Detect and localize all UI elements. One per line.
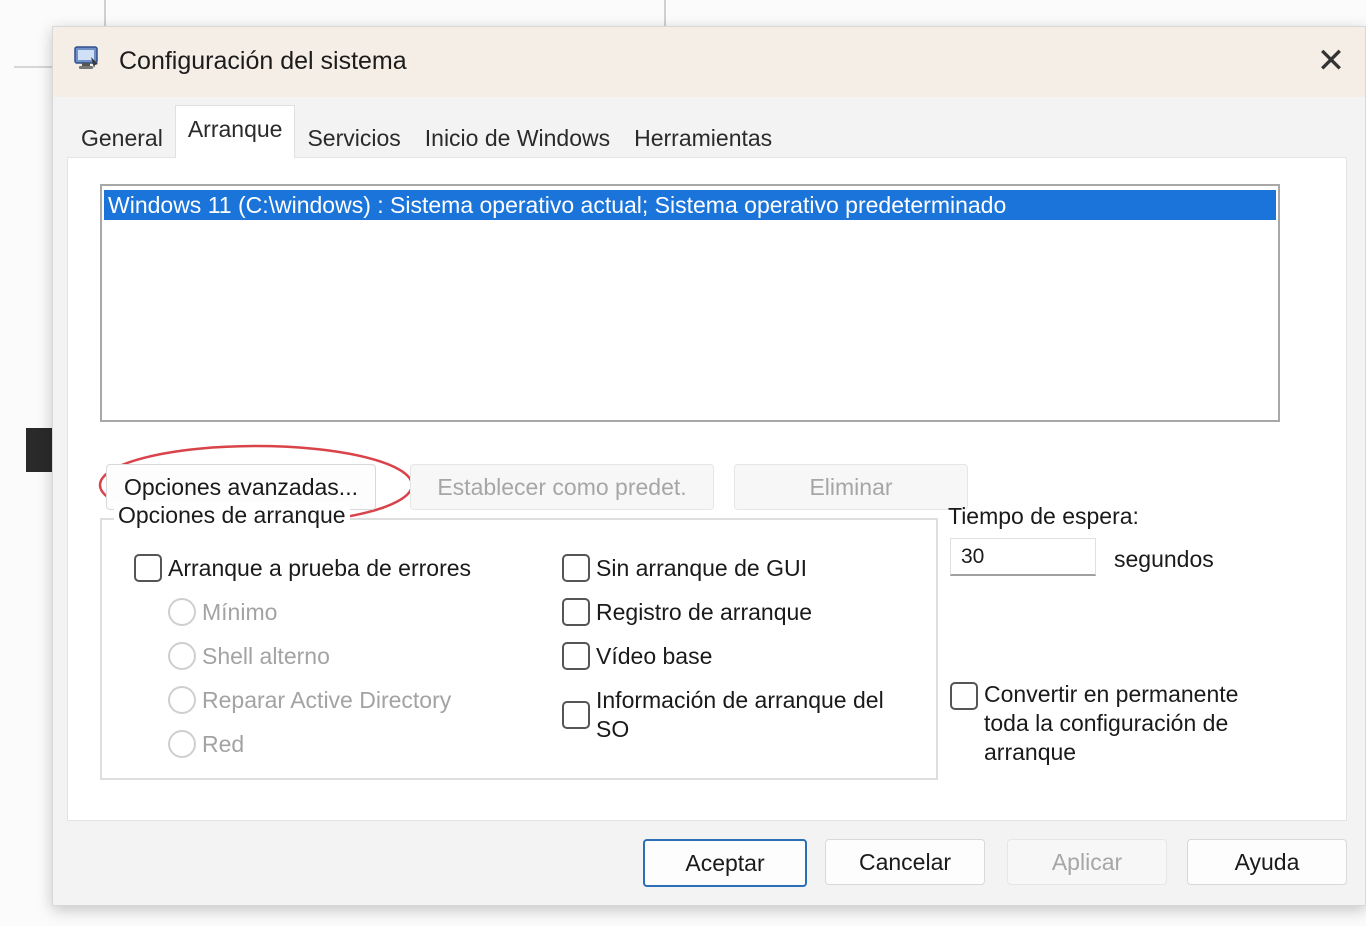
safe-boot-checkbox-row[interactable]: Arranque a prueba de errores [134,554,471,582]
safe-boot-checkbox[interactable] [134,554,162,582]
system-configuration-dialog: Configuración del sistema ✕ General Arra… [52,26,1366,906]
safe-boot-network-option[interactable]: Red [168,730,244,758]
make-permanent-checkbox-row[interactable]: Convertir en permanente toda la configur… [950,680,1280,767]
ok-button[interactable]: Aceptar [643,839,807,887]
close-button[interactable]: ✕ [1311,41,1351,81]
os-list[interactable]: Windows 11 (C:\windows) : Sistema operat… [100,184,1280,422]
msconfig-app-icon [74,46,98,69]
title-bar: Configuración del sistema ✕ [53,27,1365,97]
radio-minimal[interactable] [168,598,196,626]
tab-general[interactable]: General [69,111,175,159]
os-list-item[interactable]: Windows 11 (C:\windows) : Sistema operat… [104,190,1276,220]
boot-options-title: Opciones de arranque [114,502,350,529]
tab-startup[interactable]: Inicio de Windows [413,111,622,159]
help-button[interactable]: Ayuda [1187,839,1347,885]
base-video-checkbox-row[interactable]: Vídeo base [562,642,712,670]
make-permanent-label: Convertir en permanente toda la configur… [984,681,1239,765]
make-permanent-checkbox[interactable] [950,682,978,710]
safe-boot-label: Arranque a prueba de errores [168,554,472,581]
boot-log-checkbox-row[interactable]: Registro de arranque [562,598,812,626]
background-divider [664,0,666,26]
safe-boot-alternate-shell-option[interactable]: Shell alterno [168,642,330,670]
os-boot-info-checkbox-row[interactable]: Información de arranque del SO [562,686,922,744]
timeout-label: Tiempo de espera: [948,503,1139,529]
radio-network[interactable] [168,730,196,758]
no-gui-boot-label: Sin arranque de GUI [596,554,807,581]
tab-boot[interactable]: Arranque [174,105,296,158]
os-boot-info-checkbox[interactable] [562,701,590,729]
radio-ad-repair-label: Reparar Active Directory [202,686,452,713]
radio-alternate-shell-label: Shell alterno [202,642,330,669]
boot-tab-panel: Windows 11 (C:\windows) : Sistema operat… [67,157,1347,821]
radio-network-label: Red [202,730,245,757]
boot-options-group: Opciones de arranque Arranque a prueba d… [100,502,938,780]
radio-ad-repair[interactable] [168,686,196,714]
set-default-button[interactable]: Establecer como predet. [410,464,714,510]
background-divider [104,0,106,26]
delete-button[interactable]: Eliminar [734,464,968,510]
radio-minimal-label: Mínimo [202,598,278,625]
close-icon: ✕ [1316,42,1346,80]
base-video-label: Vídeo base [596,642,713,669]
timeout-unit-label: segundos [1114,546,1214,572]
background-window-fragment [26,428,52,472]
boot-log-label: Registro de arranque [596,598,813,625]
window-title: Configuración del sistema [119,47,407,75]
no-gui-boot-checkbox-row[interactable]: Sin arranque de GUI [562,554,807,582]
tab-strip: General Arranque Servicios Inicio de Win… [69,105,784,159]
timeout-input[interactable] [950,538,1096,576]
cancel-button[interactable]: Cancelar [825,839,985,885]
boot-log-checkbox[interactable] [562,598,590,626]
safe-boot-ad-repair-option[interactable]: Reparar Active Directory [168,686,451,714]
no-gui-boot-checkbox[interactable] [562,554,590,582]
radio-alternate-shell[interactable] [168,642,196,670]
base-video-checkbox[interactable] [562,642,590,670]
apply-button[interactable]: Aplicar [1007,839,1167,885]
safe-boot-minimal-option[interactable]: Mínimo [168,598,277,626]
screenshot-stage: Configuración del sistema ✕ General Arra… [0,0,1366,926]
background-line [14,66,54,68]
tab-services[interactable]: Servicios [295,111,412,159]
os-boot-info-label: Información de arranque del SO [596,687,884,742]
tab-tools[interactable]: Herramientas [622,111,784,159]
